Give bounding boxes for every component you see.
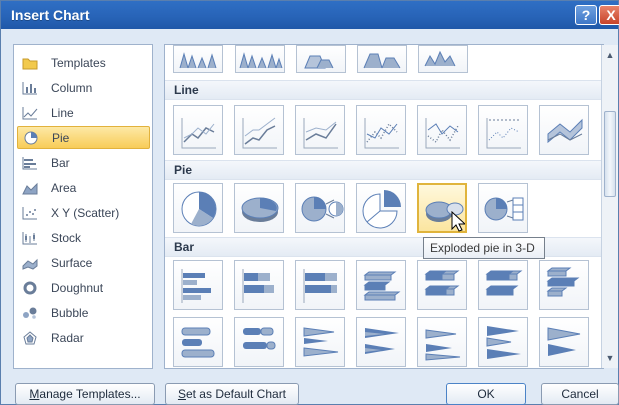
pie-of-pie-subtype-thumb[interactable]: [295, 183, 345, 233]
cylinder-bar-subtype-thumb[interactable]: [234, 317, 284, 367]
category-surface[interactable]: Surface: [17, 251, 150, 274]
bar-subtype-thumb[interactable]: [234, 260, 284, 310]
ok-button[interactable]: OK: [446, 383, 526, 405]
scroll-thumb[interactable]: [604, 111, 616, 197]
category-label: Surface: [51, 255, 93, 270]
bar-of-pie-subtype-thumb[interactable]: [478, 183, 528, 233]
bar-3d-subtype-thumb[interactable]: [539, 260, 589, 310]
pie-subtype-thumb[interactable]: [173, 183, 223, 233]
bar-3d-subtype-thumb[interactable]: [417, 260, 467, 310]
section-header-pie: Pie: [165, 160, 601, 180]
insert-chart-dialog: Insert Chart ? X Templates Column Line P…: [0, 0, 619, 405]
surface-chart-icon: [22, 256, 38, 270]
section-header-line: Line: [165, 80, 601, 100]
help-button[interactable]: ?: [575, 5, 597, 25]
category-column[interactable]: Column: [17, 76, 150, 99]
close-button[interactable]: X: [599, 5, 619, 25]
column-subtype-thumb[interactable]: [173, 45, 223, 73]
category-label: Radar: [51, 330, 84, 345]
category-radar[interactable]: Radar: [17, 326, 150, 349]
chart-category-list: Templates Column Line Pie Bar Area X Y (…: [13, 44, 153, 369]
templates-folder-icon: [22, 56, 38, 70]
cylinder-bar-subtype-thumb[interactable]: [173, 317, 223, 367]
category-scatter[interactable]: X Y (Scatter): [17, 201, 150, 224]
column-subtype-thumb[interactable]: [357, 45, 407, 73]
category-area[interactable]: Area: [17, 176, 150, 199]
column-subtype-thumb[interactable]: [296, 45, 346, 73]
line-subtype-thumb[interactable]: [417, 105, 467, 155]
line-chart-icon: [22, 106, 38, 120]
category-templates[interactable]: Templates: [17, 51, 150, 74]
scatter-chart-icon: [22, 206, 38, 220]
category-label: Stock: [51, 230, 82, 245]
scroll-up-icon[interactable]: ▲: [602, 47, 618, 63]
category-label: Bubble: [51, 305, 89, 320]
set-default-access-key: S: [177, 387, 186, 401]
category-label: Area: [51, 180, 77, 195]
manage-templates-label: anage Templates...: [39, 387, 141, 401]
pyramid-bar-subtype-thumb[interactable]: [539, 317, 589, 367]
category-label: Templates: [51, 55, 106, 70]
gallery-scrollbar[interactable]: ▲ ▼: [601, 45, 618, 368]
column-chart-icon: [22, 81, 38, 95]
title-bar[interactable]: Insert Chart ? X: [1, 1, 619, 29]
bubble-chart-icon: [22, 306, 38, 320]
exploded-pie-subtype-thumb[interactable]: [356, 183, 406, 233]
category-bubble[interactable]: Bubble: [17, 301, 150, 324]
help-icon: ?: [581, 7, 591, 23]
column-subtype-thumb[interactable]: [235, 45, 285, 73]
set-default-label: et as Default Chart: [185, 387, 287, 401]
manage-templates-access-key: M: [29, 387, 40, 401]
category-label: Line: [51, 105, 74, 120]
category-label: Doughnut: [51, 280, 104, 295]
bar-3d-subtype-thumb[interactable]: [356, 260, 406, 310]
scroll-down-icon[interactable]: ▼: [602, 350, 618, 366]
category-label: Column: [51, 80, 93, 95]
line-subtype-thumb[interactable]: [295, 105, 345, 155]
line-3d-subtype-thumb[interactable]: [539, 105, 589, 155]
cancel-button[interactable]: Cancel: [541, 383, 619, 405]
category-doughnut[interactable]: Doughnut: [17, 276, 150, 299]
line-subtype-thumb[interactable]: [234, 105, 284, 155]
category-pie[interactable]: Pie: [17, 126, 150, 149]
cone-bar-subtype-thumb[interactable]: [356, 317, 406, 367]
category-label: X Y (Scatter): [51, 205, 120, 220]
area-chart-icon: [22, 181, 38, 195]
chart-subtype-gallery: Line Pie Bar: [164, 44, 604, 369]
column-subtype-thumb[interactable]: [418, 45, 468, 73]
subtype-tooltip: Exploded pie in 3-D: [423, 237, 545, 259]
line-subtype-thumb[interactable]: [356, 105, 406, 155]
category-stock[interactable]: Stock: [17, 226, 150, 249]
close-icon: X: [606, 7, 616, 23]
stock-chart-icon: [22, 231, 38, 245]
bar-3d-subtype-thumb[interactable]: [478, 260, 528, 310]
manage-templates-button[interactable]: Manage Templates...: [15, 383, 155, 405]
cone-bar-subtype-thumb[interactable]: [295, 317, 345, 367]
doughnut-chart-icon: [22, 281, 38, 295]
line-subtype-thumb[interactable]: [478, 105, 528, 155]
category-label: Bar: [51, 155, 70, 170]
dialog-title: Insert Chart: [11, 7, 90, 23]
bar-subtype-thumb[interactable]: [295, 260, 345, 310]
pie-3d-subtype-thumb[interactable]: [234, 183, 284, 233]
pyramid-bar-subtype-thumb[interactable]: [478, 317, 528, 367]
radar-chart-icon: [22, 330, 38, 345]
category-bar[interactable]: Bar: [17, 151, 150, 174]
pie-chart-icon: [23, 131, 39, 145]
set-default-chart-button[interactable]: Set as Default Chart: [165, 383, 299, 405]
mouse-cursor-icon: [451, 211, 465, 232]
cone-bar-subtype-thumb[interactable]: [417, 317, 467, 367]
category-label: Pie: [52, 130, 70, 145]
bar-chart-icon: [22, 156, 38, 170]
category-line[interactable]: Line: [17, 101, 150, 124]
bar-subtype-thumb[interactable]: [173, 260, 223, 310]
line-subtype-thumb[interactable]: [173, 105, 223, 155]
